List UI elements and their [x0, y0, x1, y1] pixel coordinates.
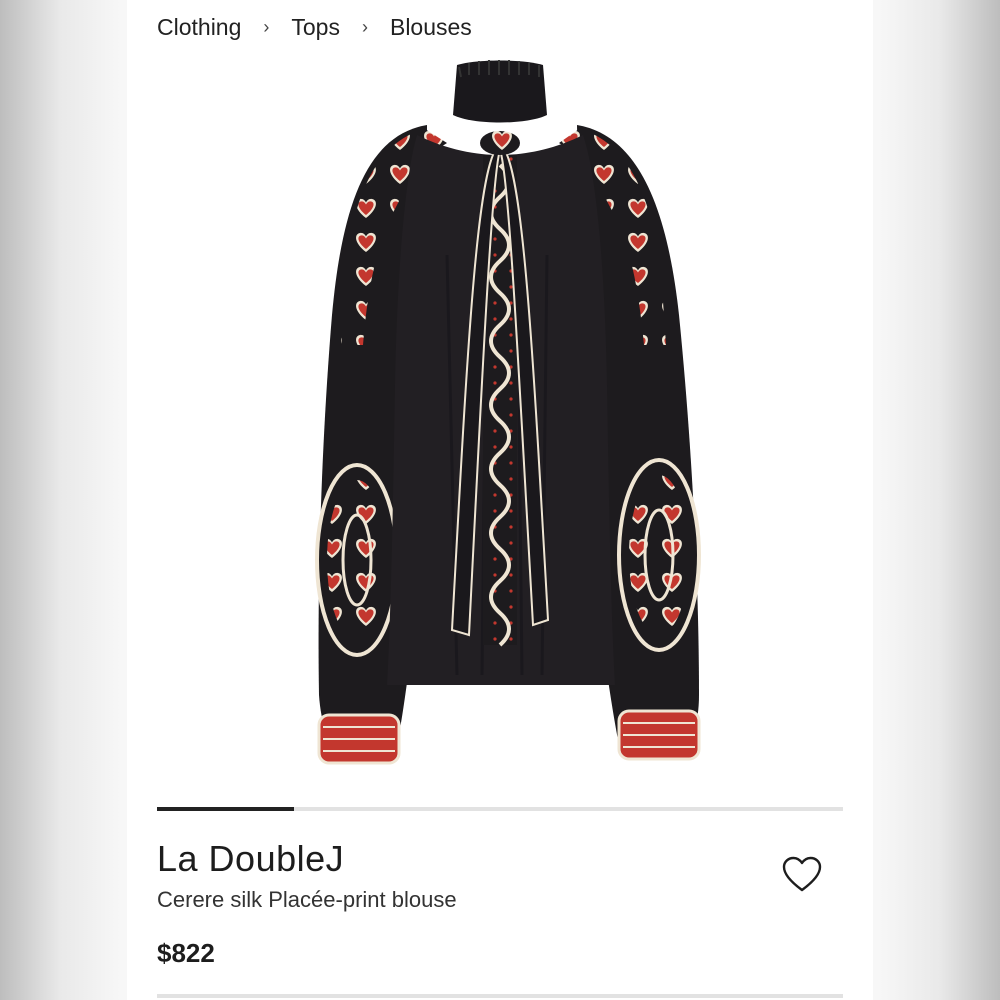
chevron-right-icon: ›: [361, 17, 368, 37]
product-title: Cerere silk Placée-print blouse: [157, 887, 457, 912]
section-divider: [157, 994, 843, 998]
product-price: $822: [157, 938, 215, 968]
product-brand[interactable]: La DoubleJ: [157, 838, 344, 880]
product-card: Clothing › Tops › Blouses La DoubleJ Cer…: [127, 0, 873, 1000]
blouse-illustration: [315, 60, 701, 765]
chevron-right-icon: ›: [263, 17, 270, 37]
breadcrumb-item-blouses[interactable]: Blouses: [390, 14, 472, 41]
favorite-button[interactable]: [781, 855, 823, 895]
gallery-progress-bar: [157, 807, 843, 811]
gallery-progress-fill: [157, 807, 295, 811]
heart-outline-icon: [782, 856, 822, 892]
breadcrumb-item-clothing[interactable]: Clothing: [157, 14, 241, 41]
breadcrumb-item-tops[interactable]: Tops: [291, 14, 340, 41]
product-image[interactable]: [247, 55, 753, 775]
breadcrumb: Clothing › Tops › Blouses: [157, 14, 472, 41]
